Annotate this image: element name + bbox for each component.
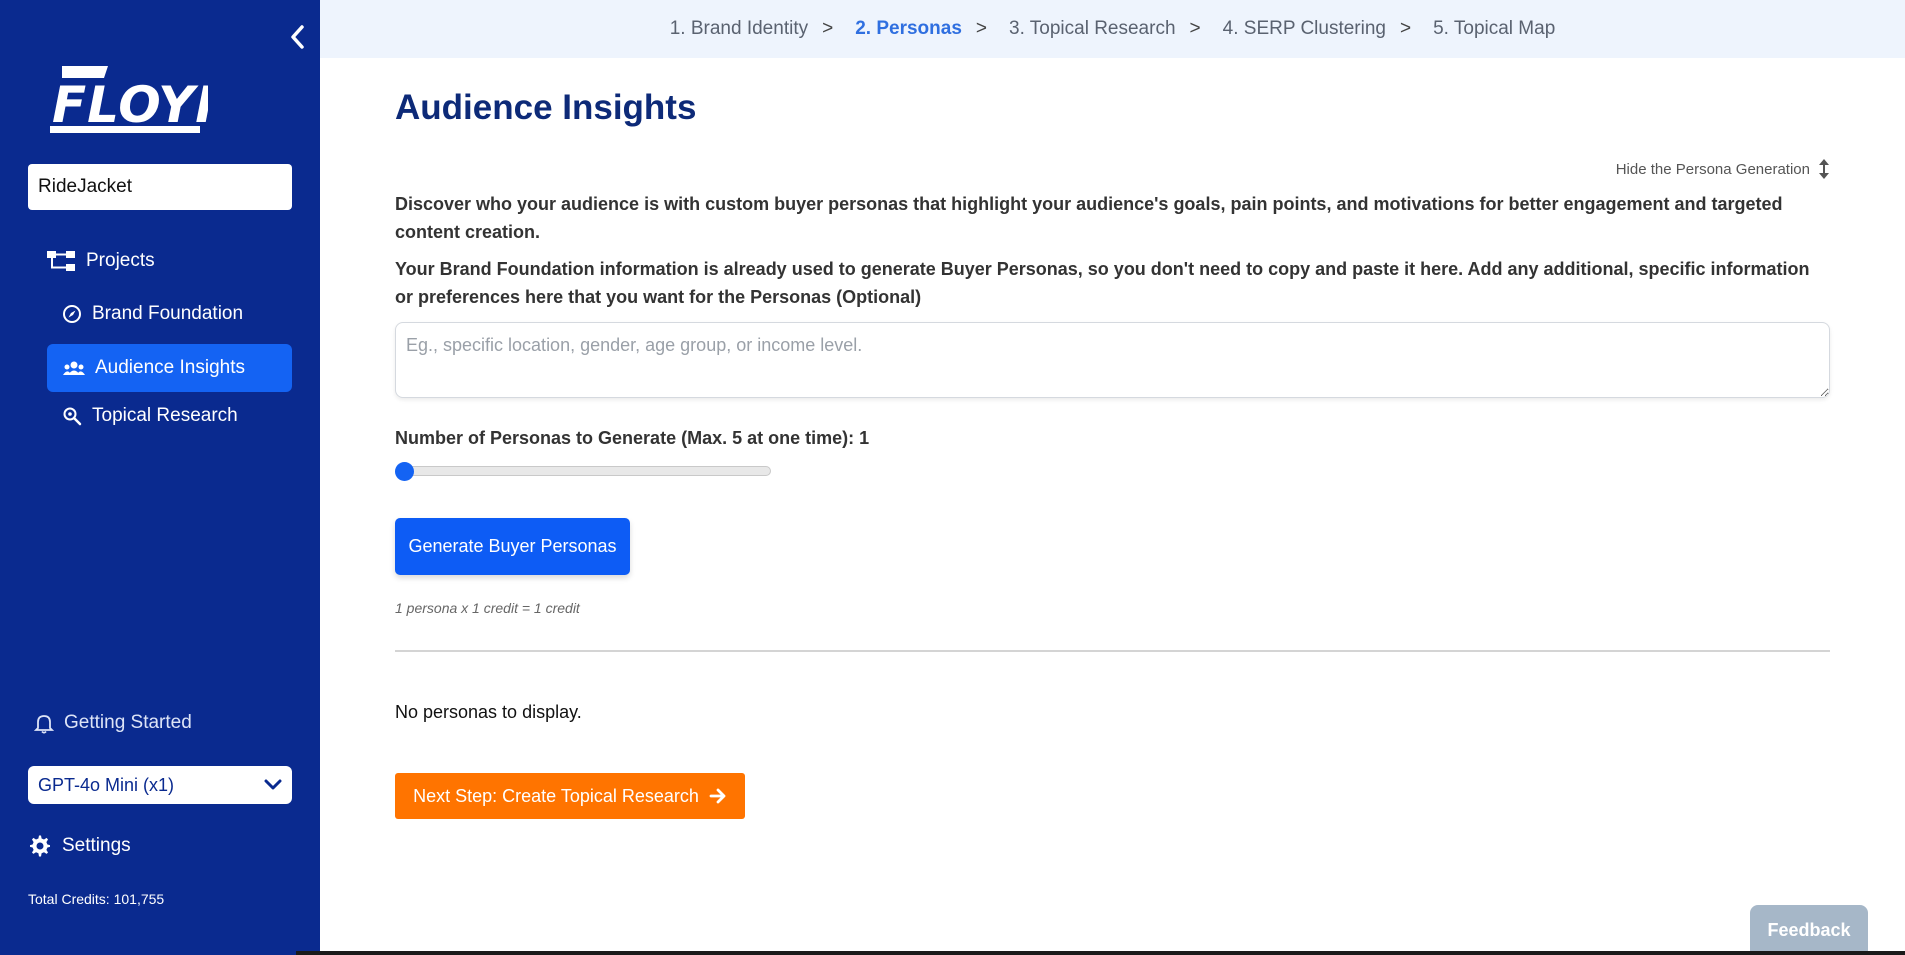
sidebar-item-label: Getting Started	[64, 712, 192, 733]
project-selector	[28, 164, 292, 210]
bell-icon	[34, 715, 54, 734]
sitemap-icon	[47, 251, 75, 271]
total-credits: Total Credits: 101,755	[28, 891, 165, 907]
compass-icon	[63, 305, 81, 323]
empty-state-text: No personas to display.	[395, 702, 582, 722]
floyi-logo: FLOYI	[48, 60, 214, 138]
step-separator: >	[975, 18, 987, 39]
next-step-button[interactable]: Next Step: Create Topical Research	[395, 773, 745, 819]
step-separator: >	[822, 18, 834, 39]
persona-count-label: Number of Personas to Generate (Max. 5 a…	[395, 428, 870, 448]
sidebar-item-getting-started[interactable]: Getting Started	[34, 712, 192, 734]
step-topical-map[interactable]: 5. Topical Map	[1429, 18, 1559, 40]
sidebar-item-settings[interactable]: Settings	[28, 834, 131, 858]
sidebar-item-label: Projects	[86, 250, 155, 271]
page-title: Audience Insights	[395, 88, 697, 127]
step-separator: >	[1189, 18, 1201, 39]
sidebar-item-label: Topical Research	[92, 405, 238, 426]
persona-preferences-textarea[interactable]	[395, 322, 1830, 398]
slider-track	[395, 466, 771, 476]
gear-icon	[30, 835, 50, 857]
app-root: FLOYI Projects Brand Foundation Audience…	[0, 0, 1905, 955]
hide-persona-generation-toggle[interactable]: Hide the Persona Generation	[1616, 158, 1830, 180]
users-icon	[63, 361, 85, 375]
model-select-value: GPT-4o Mini (x1)	[38, 774, 175, 795]
sidebar-item-brand-foundation[interactable]: Brand Foundation	[62, 303, 243, 325]
description-intro: Discover who your audience is with custo…	[395, 194, 1783, 242]
sidebar: FLOYI Projects Brand Foundation Audience…	[0, 0, 320, 955]
description-instructions: Your Brand Foundation information is alr…	[395, 259, 1810, 307]
feedback-button[interactable]: Feedback	[1750, 905, 1868, 955]
sidebar-item-topical-research[interactable]: Topical Research	[62, 405, 238, 427]
sidebar-item-label: Settings	[62, 835, 131, 856]
step-separator: >	[1399, 18, 1412, 39]
step-brand-identity[interactable]: 1. Brand Identity	[666, 18, 812, 40]
step-serp-clustering[interactable]: 4. SERP Clustering	[1219, 18, 1390, 40]
sidebar-item-audience-insights[interactable]: Audience Insights	[47, 344, 292, 392]
sidebar-item-label: Brand Foundation	[92, 303, 244, 324]
step-topical-research[interactable]: 3. Topical Research	[1005, 18, 1180, 40]
divider	[395, 650, 1830, 652]
chevron-left-icon	[291, 25, 304, 49]
chevron-down-icon	[264, 779, 282, 790]
generate-personas-button[interactable]: Generate Buyer Personas	[395, 518, 630, 575]
vertical-arrows-icon	[1819, 159, 1829, 179]
credit-cost-note: 1 persona x 1 credit = 1 credit	[395, 600, 580, 616]
arrow-right-icon	[709, 788, 726, 804]
model-select[interactable]: GPT-4o Mini (x1)	[28, 766, 292, 804]
sidebar-item-label: Audience Insights	[95, 357, 245, 378]
step-breadcrumb: 1. Brand Identity > 2. Personas > 3. Top…	[320, 0, 1905, 58]
search-gear-icon	[63, 407, 82, 426]
slider-thumb[interactable]	[395, 462, 414, 481]
persona-count-slider[interactable]	[395, 462, 771, 481]
hide-toggle-label: Hide the Persona Generation	[1615, 160, 1810, 178]
svg-text:FLOYI: FLOYI	[52, 76, 208, 134]
bottom-border	[296, 951, 1905, 955]
next-step-label: Next Step: Create Topical Research	[413, 785, 699, 806]
sidebar-item-projects[interactable]: Projects	[46, 250, 155, 272]
project-name-input[interactable]	[28, 164, 292, 210]
collapse-sidebar-button[interactable]	[284, 22, 310, 52]
step-personas[interactable]: 2. Personas	[851, 18, 966, 40]
